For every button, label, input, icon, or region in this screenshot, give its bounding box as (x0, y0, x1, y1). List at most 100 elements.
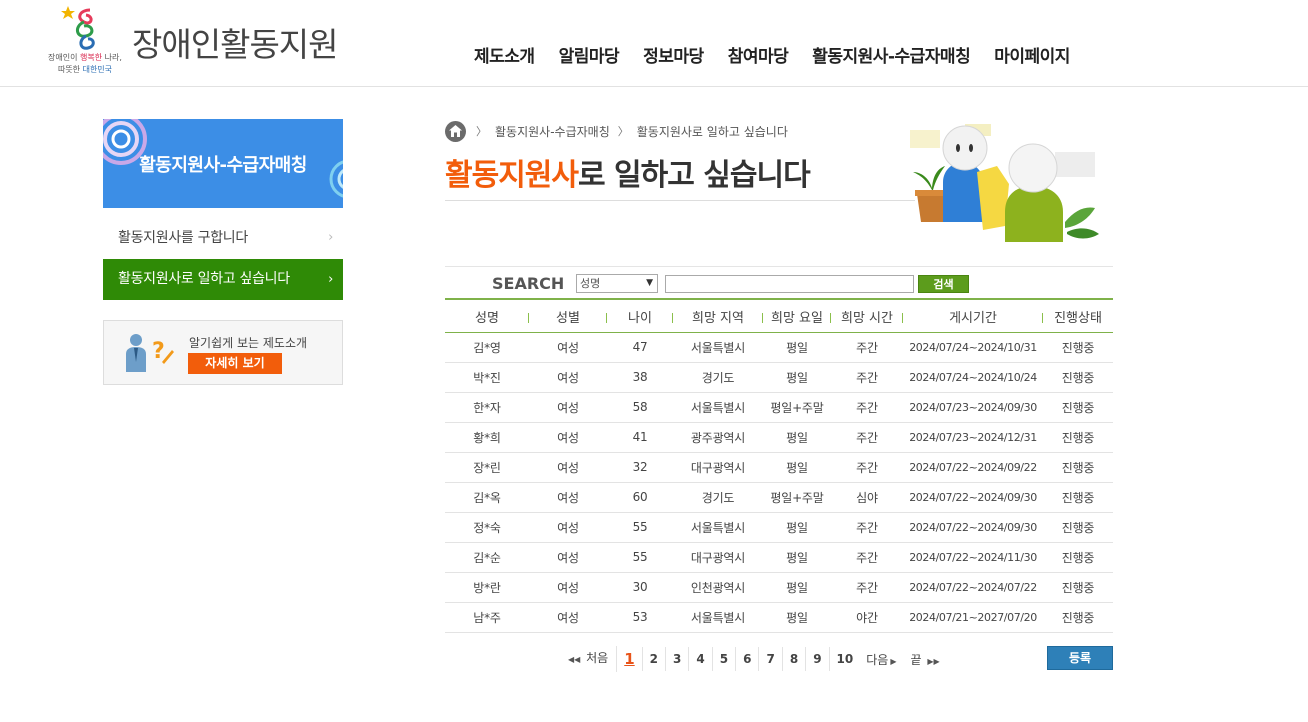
table-row[interactable]: 박*진 여성 38 경기도 평일 주간 2024/07/24~2024/10/24 진행중 (445, 362, 1113, 393)
cell-region: 서울특별시 (673, 602, 763, 633)
sidebar-menu: 활동지원사를 구합니다 › 활동지원사로 일하고 싶습니다 › (103, 218, 343, 300)
table-header-row: 성명 성별 나이 희망 지역 희망 요일 희망 시간 게시기간 진행상태 (445, 302, 1113, 333)
cell-gender: 여성 (529, 422, 607, 453)
system-intro-text: 알기쉽게 보는 제도소개 (189, 336, 308, 350)
pagination-page[interactable]: 2 (643, 647, 667, 671)
search-select-value: 성명 (580, 277, 601, 290)
cell-status: 진행중 (1043, 392, 1113, 423)
pagination-page[interactable]: 10 (830, 647, 861, 671)
cell-status: 진행중 (1043, 542, 1113, 573)
breadcrumb: 〉 활동지원사-수급자매칭 〉 활동지원사로 일하고 싶습니다 (445, 120, 788, 142)
cell-name: 방*란 (445, 572, 529, 603)
helper-list-table: 성명 성별 나이 희망 지역 희망 요일 희망 시간 게시기간 진행상태 김*영… (445, 302, 1113, 633)
table-row[interactable]: 황*희 여성 41 광주광역시 평일 주간 2024/07/23~2024/12/31 진행중 (445, 422, 1113, 453)
cell-day: 평일 (763, 422, 831, 453)
table-row[interactable]: 김*옥 여성 60 경기도 평일+주말 심야 2024/07/22~2024/09/30 진행… (445, 482, 1113, 513)
table-row[interactable]: 김*순 여성 55 대구광역시 평일 주간 2024/07/22~2024/11/30 진행중 (445, 542, 1113, 573)
table-row[interactable]: 장*린 여성 32 대구광역시 평일 주간 2024/07/22~2024/09/22 진행중 (445, 452, 1113, 483)
cell-age: 41 (607, 422, 673, 453)
logo-slogan: 장애인이 행복한 나라, 따뜻한 대한민국 (48, 53, 122, 74)
cell-period: 2024/07/22~2024/09/30 (903, 512, 1043, 543)
nav-item-notice[interactable]: 알림마당 (547, 42, 632, 70)
table-row[interactable]: 방*란 여성 30 인천광역시 평일 주간 2024/07/22~2024/07/22 진행중 (445, 572, 1113, 603)
view-details-button[interactable]: 자세히 보기 (188, 353, 282, 374)
people-illustration-icon (910, 124, 1099, 242)
cell-day: 평일 (763, 452, 831, 483)
pagination-page[interactable]: 8 (783, 647, 807, 671)
nav-item-participation[interactable]: 참여마당 (716, 42, 801, 70)
cell-time: 주간 (831, 422, 903, 453)
nav-item-system-intro[interactable]: 제도소개 (462, 42, 547, 70)
table-row[interactable]: 남*주 여성 53 서울특별시 평일 야간 2024/07/21~2027/07/20 진행중 (445, 602, 1113, 633)
system-intro-box: ? 알기쉽게 보는 제도소개 자세히 보기 (103, 320, 343, 385)
pagination-first[interactable]: ◀◀ 처음 (560, 646, 618, 672)
cell-time: 심야 (831, 482, 903, 513)
cell-period: 2024/07/22~2024/07/22 (903, 572, 1043, 603)
table-row[interactable]: 정*숙 여성 55 서울특별시 평일 주간 2024/07/22~2024/09/30 진행중 (445, 512, 1113, 543)
pagination-page[interactable]: 6 (736, 647, 760, 671)
cell-gender: 여성 (529, 482, 607, 513)
cell-name: 김*영 (445, 332, 529, 363)
register-button[interactable]: 등록 (1047, 646, 1113, 670)
cell-region: 서울특별시 (673, 512, 763, 543)
breadcrumb-item[interactable]: 활동지원사-수급자매칭 (495, 123, 610, 140)
sidebar-item-want-to-work[interactable]: 활동지원사로 일하고 싶습니다 › (103, 259, 343, 300)
pagination-page[interactable]: 3 (666, 647, 690, 671)
table-row[interactable]: 한*자 여성 58 서울특별시 평일+주말 주간 2024/07/23~2024/09/30… (445, 392, 1113, 423)
cell-age: 55 (607, 542, 673, 573)
cell-time: 주간 (831, 392, 903, 423)
column-header-gender: 성별 (529, 302, 607, 333)
cell-gender: 여성 (529, 602, 607, 633)
title-divider (445, 200, 915, 201)
cell-period: 2024/07/22~2024/09/30 (903, 482, 1043, 513)
column-header-time: 희망 시간 (831, 302, 903, 333)
cell-status: 진행중 (1043, 332, 1113, 363)
cell-gender: 여성 (529, 572, 607, 603)
column-header-day: 희망 요일 (763, 302, 831, 333)
site-logo[interactable]: 장애인이 행복한 나라, 따뜻한 대한민국 장애인활동지원 (40, 4, 340, 84)
pagination-page[interactable]: 9 (806, 647, 830, 671)
pagination-next[interactable]: 다음 ▶ (860, 651, 904, 668)
search-button[interactable]: 검색 (918, 275, 969, 293)
column-header-period: 게시기간 (903, 302, 1043, 333)
cell-age: 30 (607, 572, 673, 603)
search-field-select[interactable]: 성명 ▼ (576, 274, 658, 293)
cell-region: 광주광역시 (673, 422, 763, 453)
column-header-name: 성명 (445, 302, 529, 333)
pagination-page[interactable]: 5 (713, 647, 737, 671)
nav-item-mypage[interactable]: 마이페이지 (982, 42, 1082, 70)
double-left-arrow-icon: ◀◀ (568, 655, 581, 664)
cell-day: 평일 (763, 572, 831, 603)
cell-name: 황*희 (445, 422, 529, 453)
home-icon[interactable] (445, 120, 466, 142)
cell-time: 야간 (831, 602, 903, 633)
pagination-page[interactable]: 7 (759, 647, 783, 671)
cell-name: 박*진 (445, 362, 529, 393)
main-nav: 제도소개 알림마당 정보마당 참여마당 활동지원사-수급자매칭 마이페이지 (462, 42, 1082, 70)
sidebar-item-label: 활동지원사로 일하고 싶습니다 (118, 271, 290, 287)
cell-status: 진행중 (1043, 482, 1113, 513)
nav-item-matching[interactable]: 활동지원사-수급자매칭 (800, 42, 982, 70)
sidebar-item-find-helper[interactable]: 활동지원사를 구합니다 › (103, 218, 343, 258)
cell-period: 2024/07/24~2024/10/31 (903, 332, 1043, 363)
pagination: ◀◀ 처음 1 2 3 4 5 6 7 8 9 10 다음 ▶ 끝 ▶▶ (560, 646, 948, 672)
cell-name: 장*린 (445, 452, 529, 483)
table-row[interactable]: 김*영 여성 47 서울특별시 평일 주간 2024/07/24~2024/10/31 진행중 (445, 332, 1113, 363)
cell-gender: 여성 (529, 332, 607, 363)
cell-day: 평일 (763, 512, 831, 543)
cell-period: 2024/07/23~2024/09/30 (903, 392, 1043, 423)
cell-gender: 여성 (529, 392, 607, 423)
nav-item-info[interactable]: 정보마당 (631, 42, 716, 70)
cell-day: 평일 (763, 602, 831, 633)
cell-time: 주간 (831, 572, 903, 603)
search-input[interactable] (665, 275, 914, 293)
cell-status: 진행중 (1043, 512, 1113, 543)
pagination-page[interactable]: 1 (617, 647, 643, 671)
table-body: 김*영 여성 47 서울특별시 평일 주간 2024/07/24~2024/10/31 진행중… (445, 332, 1113, 633)
pagination-page[interactable]: 4 (689, 647, 713, 671)
cell-day: 평일 (763, 542, 831, 573)
cell-region: 서울특별시 (673, 392, 763, 423)
cell-gender: 여성 (529, 362, 607, 393)
pagination-last[interactable]: 끝 ▶▶ (905, 651, 948, 668)
search-label: SEARCH (492, 274, 565, 293)
